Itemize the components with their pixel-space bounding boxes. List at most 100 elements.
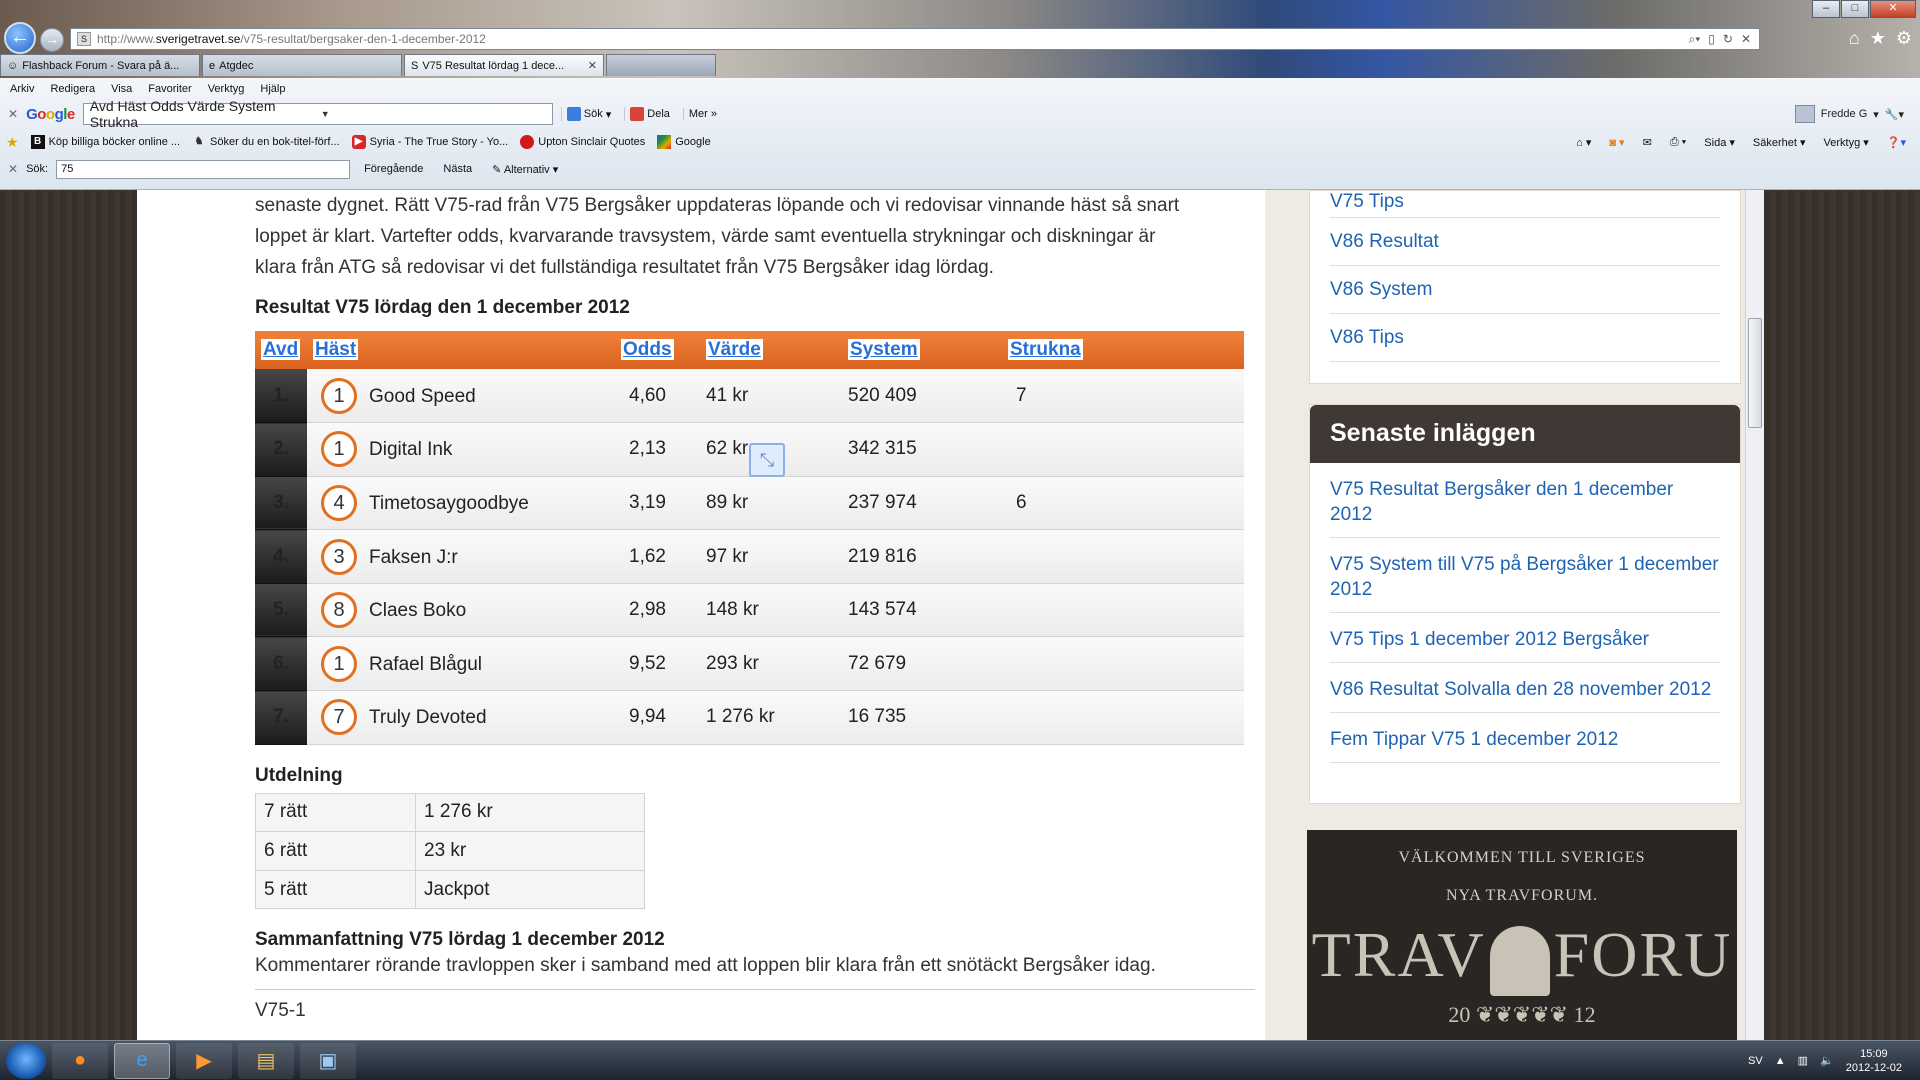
- refresh-icon[interactable]: ↻: [1723, 32, 1733, 47]
- page-menu[interactable]: Sida ▾: [1704, 136, 1735, 149]
- col-varde[interactable]: Värde: [706, 339, 763, 360]
- odds-cell: 4,60: [629, 384, 666, 406]
- command-bar: ⌂ ▾ ◙ ▾ ✉ ⎙ ▾ Sida ▾ Säkerhet ▾ Verktyg …: [1576, 136, 1920, 149]
- recent-post-link[interactable]: V75 Resultat Bergsåker den 1 december 20…: [1330, 463, 1720, 538]
- menu-visa[interactable]: Visa: [111, 83, 132, 95]
- race-number: 2.: [255, 422, 307, 477]
- favorites-bar: ★ B Köp billiga böcker online ... ♞ Söker …: [0, 128, 1920, 156]
- sidebar-link-v86-tips[interactable]: V86 Tips: [1330, 314, 1720, 362]
- compat-view-icon[interactable]: ▯: [1708, 32, 1715, 47]
- gear-icon[interactable]: ⚙: [1896, 28, 1912, 49]
- search-icon[interactable]: ⌕▾: [1689, 32, 1701, 47]
- rss-icon[interactable]: ◙ ▾: [1609, 136, 1624, 149]
- find-options-button[interactable]: ✎ Alternativ ▾: [486, 163, 564, 176]
- scrollbar[interactable]: [1745, 190, 1764, 1040]
- address-url[interactable]: http://www.sverigetravet.se/v75-resultat…: [97, 32, 1689, 46]
- favorite-link[interactable]: Google: [657, 135, 711, 149]
- sidebar-link-v75-tips[interactable]: V75 Tips: [1330, 191, 1720, 218]
- security-menu[interactable]: Säkerhet ▾: [1753, 136, 1806, 149]
- system-cell: 342 315: [848, 438, 917, 460]
- payout-heading: Utdelning: [255, 764, 343, 786]
- payout-value: 1 276 kr: [415, 792, 645, 833]
- menu-verktyg[interactable]: Verktyg: [208, 83, 245, 95]
- find-label: Sök:: [26, 163, 49, 175]
- scrollbar-thumb[interactable]: [1748, 318, 1762, 428]
- tools-menu[interactable]: Verktyg ▾: [1824, 136, 1869, 149]
- favorites-star-icon[interactable]: ★: [1870, 28, 1886, 49]
- recent-post-link[interactable]: V75 System till V75 på Bergsåker 1 decem…: [1330, 538, 1720, 613]
- tab-v75-resultat[interactable]: S V75 Resultat lördag 1 dece... ✕: [404, 54, 604, 76]
- horse-name: Rafael Blågul: [369, 653, 483, 675]
- maximize-button[interactable]: □: [1841, 0, 1869, 18]
- sidebar-link-v86-system[interactable]: V86 System: [1330, 266, 1720, 314]
- help-icon[interactable]: ❓▾: [1887, 136, 1906, 149]
- payout-label: 6 rätt: [255, 831, 416, 871]
- user-name[interactable]: Fredde G: [1821, 108, 1867, 120]
- media-player-icon[interactable]: ▶: [176, 1042, 232, 1079]
- more-button[interactable]: Mer »: [682, 108, 722, 120]
- recent-post-link[interactable]: V86 Resultat Solvalla den 28 november 20…: [1330, 663, 1720, 713]
- menu-hjalp[interactable]: Hjälp: [260, 83, 285, 95]
- travforum-banner[interactable]: VÄLKOMMEN TILL SVERIGES NYA TRAVFORUM. T…: [1307, 830, 1737, 1040]
- col-hast[interactable]: Häst: [313, 339, 359, 360]
- back-button[interactable]: ←: [4, 22, 36, 54]
- wrench-icon[interactable]: 🔧▾: [1885, 108, 1904, 121]
- forward-button[interactable]: →: [40, 28, 64, 52]
- language-indicator[interactable]: SV: [1748, 1055, 1763, 1067]
- window-preview-icon[interactable]: ▣: [300, 1042, 356, 1079]
- tab-atgdec[interactable]: e Atgdec: [202, 54, 402, 76]
- odds-cell: 9,94: [629, 706, 666, 728]
- home-icon[interactable]: ⌂: [1849, 28, 1860, 49]
- internet-explorer-icon[interactable]: e: [114, 1042, 170, 1079]
- network-icon[interactable]: ▥: [1798, 1054, 1808, 1067]
- stop-icon[interactable]: ✕: [1741, 32, 1751, 47]
- expand-icon[interactable]: ⤡: [749, 443, 785, 477]
- mail-icon[interactable]: ✉: [1643, 136, 1652, 149]
- share-button[interactable]: Dela: [624, 107, 675, 121]
- firefox-icon[interactable]: ●: [52, 1042, 108, 1079]
- find-next-button[interactable]: Nästa: [437, 163, 478, 175]
- print-icon[interactable]: ⎙ ▾: [1670, 136, 1686, 149]
- favorite-link[interactable]: Upton Sinclair Quotes: [520, 135, 645, 149]
- explorer-folder-icon[interactable]: ▤: [238, 1042, 294, 1079]
- payout-label: 7 rätt: [255, 792, 416, 833]
- avatar[interactable]: [1794, 105, 1815, 123]
- col-system[interactable]: System: [848, 339, 920, 360]
- start-number-badge: 7: [321, 699, 357, 736]
- close-button[interactable]: ✕: [1870, 0, 1916, 18]
- menu-arkiv[interactable]: Arkiv: [10, 83, 34, 95]
- tab-close-icon[interactable]: ✕: [588, 59, 597, 72]
- favorite-link[interactable]: B Köp billiga böcker online ...: [30, 135, 180, 149]
- volume-icon[interactable]: 🔈: [1820, 1054, 1834, 1067]
- show-hidden-icons-icon[interactable]: ▲: [1775, 1055, 1786, 1067]
- col-avd[interactable]: Avd: [261, 339, 301, 360]
- favorites-star-icon[interactable]: ★: [6, 134, 19, 151]
- odds-cell: 9,52: [629, 652, 666, 674]
- find-input[interactable]: 75: [56, 159, 351, 179]
- find-close-icon[interactable]: ✕: [8, 162, 18, 176]
- menu-favoriter[interactable]: Favoriter: [148, 83, 191, 95]
- table-row: 5 rätt Jackpot: [255, 869, 645, 910]
- google-search-input[interactable]: Avd Häst Odds Värde System Strukna ▼: [82, 98, 553, 130]
- google-search-button[interactable]: Sök ▾: [560, 107, 617, 121]
- favorite-link[interactable]: ▶ Syria - The True Story - Yo...: [351, 135, 508, 149]
- clock[interactable]: 15:09 2012-12-02: [1846, 1047, 1902, 1075]
- col-odds[interactable]: Odds: [621, 339, 674, 360]
- col-strukna[interactable]: Strukna: [1008, 339, 1083, 360]
- recent-post-link[interactable]: V75 Tips 1 december 2012 Bergsåker: [1330, 613, 1720, 663]
- recent-post-link[interactable]: Fem Tippar V75 1 december 2012: [1330, 713, 1720, 763]
- menu-redigera[interactable]: Redigera: [50, 83, 95, 95]
- minimize-button[interactable]: –: [1812, 0, 1840, 18]
- start-button[interactable]: [6, 1042, 46, 1079]
- toolbar-close-icon[interactable]: ✕: [8, 107, 18, 121]
- address-bar[interactable]: S http://www.sverigetravet.se/v75-result…: [70, 28, 1760, 50]
- new-tab-button[interactable]: [606, 54, 716, 76]
- chevron-down-icon[interactable]: ▼: [321, 109, 552, 119]
- race-number: 6.: [255, 636, 307, 692]
- favorite-link[interactable]: ♞ Söker du en bok-titel-förf...: [192, 135, 340, 149]
- home-icon[interactable]: ⌂ ▾: [1576, 136, 1591, 149]
- find-previous-button[interactable]: Föregående: [358, 163, 429, 175]
- tab-flashback[interactable]: ☺ Flashback Forum - Svara på ä...: [0, 54, 200, 76]
- site-favicon-icon: S: [77, 32, 91, 46]
- sidebar-link-v86-resultat[interactable]: V86 Resultat: [1330, 218, 1720, 266]
